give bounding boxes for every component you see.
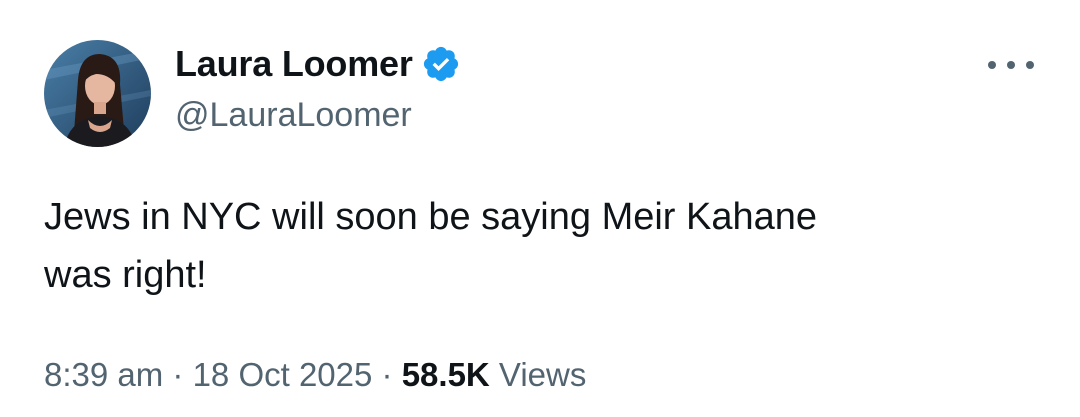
- author-handle[interactable]: @LauraLoomer: [175, 96, 412, 135]
- tweet-text: Jews in NYC will soon be saying Meir Kah…: [44, 188, 1034, 304]
- tweet-date[interactable]: 18 Oct 2025: [193, 356, 373, 393]
- more-dot: [1026, 61, 1034, 69]
- views-count[interactable]: 58.5K: [402, 356, 490, 393]
- more-dot: [1007, 61, 1015, 69]
- author-name-row: Laura Loomer: [175, 42, 461, 86]
- tweet-meta: 8:39 am · 18 Oct 2025 · 58.5K Views: [44, 356, 586, 394]
- author-display-name[interactable]: Laura Loomer: [175, 43, 413, 85]
- tweet-text-line: was right!: [44, 254, 207, 296]
- meta-separator: ·: [372, 356, 402, 393]
- verified-badge-icon[interactable]: [421, 44, 461, 84]
- tweet-card: Laura Loomer @LauraLoomer Jews in NYC wi…: [0, 0, 1080, 417]
- more-dot: [988, 61, 996, 69]
- meta-separator: ·: [163, 356, 193, 393]
- tweet-time[interactable]: 8:39 am: [44, 356, 163, 393]
- tweet-text-line: Jews in NYC will soon be saying Meir Kah…: [44, 196, 818, 238]
- more-options-icon[interactable]: [988, 52, 1034, 78]
- views-label: Views: [489, 356, 587, 393]
- avatar[interactable]: [44, 40, 151, 147]
